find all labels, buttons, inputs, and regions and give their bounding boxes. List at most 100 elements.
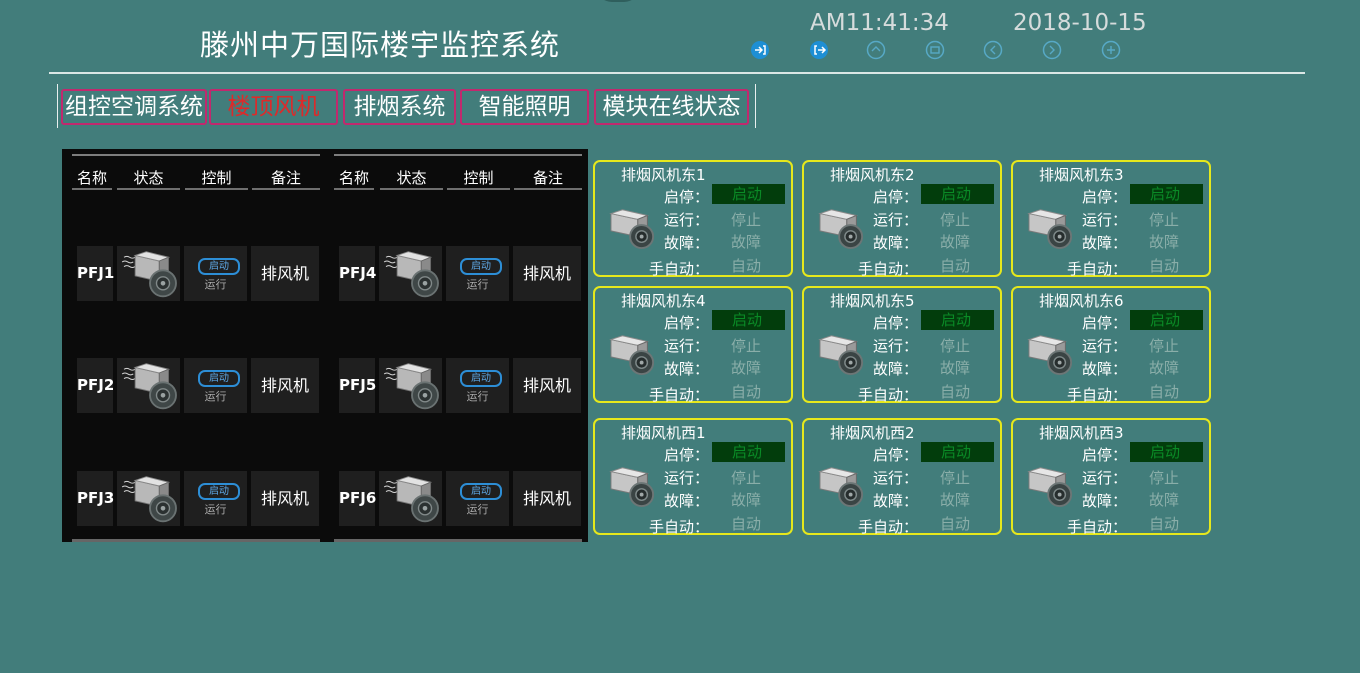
fault-value: 故障 bbox=[940, 491, 971, 509]
fan-name: PFJ3 bbox=[77, 489, 115, 507]
label-running: 运行： bbox=[1081, 469, 1127, 487]
running-value: 停止 bbox=[940, 211, 971, 229]
smoke-fan-card: 排烟风机东2 启停： 启动 运行： 停止 故障： 故障 手自动： 自动 bbox=[802, 160, 1002, 278]
nav-icon-3[interactable] bbox=[866, 40, 886, 60]
fan-name: PFJ6 bbox=[339, 489, 377, 507]
fan-start-button[interactable]: 启动 bbox=[198, 370, 240, 387]
header-underline bbox=[380, 188, 443, 190]
header-control: 控制 bbox=[201, 169, 232, 187]
label-start-stop: 启停： bbox=[872, 314, 918, 332]
nav-icon-6[interactable] bbox=[1042, 40, 1062, 60]
header-name: 名称 bbox=[338, 169, 369, 187]
logout-icon[interactable] bbox=[809, 40, 829, 60]
tab-label: 楼顶风机 bbox=[227, 94, 320, 120]
header-underline bbox=[72, 188, 112, 190]
start-stop-indicator[interactable]: 启动 bbox=[712, 184, 785, 204]
running-value: 停止 bbox=[940, 469, 971, 487]
mode-value: 自动 bbox=[940, 515, 971, 533]
nav-icon-7[interactable] bbox=[1101, 40, 1121, 60]
smoke-fan-card: 排烟风机西3 启停： 启动 运行： 停止 故障： 故障 手自动： 自动 bbox=[1011, 418, 1211, 536]
smoke-fan-card: 排烟风机东4 启停： 启动 运行： 停止 故障： 故障 手自动： 自动 bbox=[593, 286, 793, 404]
fan-control-cell: 启动 运行 bbox=[446, 471, 509, 526]
table-top-line bbox=[72, 154, 320, 156]
fan-table-panel: 名称 状态 控制 备注 名称 状态 控制 备注 PFJ1 启动 运行 排风机 PFJ2 启… bbox=[62, 149, 588, 542]
start-stop-indicator[interactable]: 启动 bbox=[1130, 310, 1203, 330]
tab-bar: 组控空调系统 楼顶风机 排烟系统 智能照明 模块在线状态 bbox=[57, 84, 756, 128]
fault-value: 故障 bbox=[1149, 359, 1180, 377]
start-stop-indicator[interactable]: 启动 bbox=[921, 184, 994, 204]
exhaust-fan-icon bbox=[383, 473, 441, 525]
fault-value: 故障 bbox=[1149, 491, 1180, 509]
mode-value: 自动 bbox=[1149, 383, 1180, 401]
label-running: 运行： bbox=[1081, 337, 1127, 355]
smoke-fan-card: 排烟风机东6 启停： 启动 运行： 停止 故障： 故障 手自动： 自动 bbox=[1011, 286, 1211, 404]
fan-status-cell bbox=[379, 471, 442, 526]
header-underline bbox=[334, 188, 374, 190]
label-manual-auto: 手自动： bbox=[648, 386, 709, 404]
exhaust-fan-icon bbox=[121, 473, 179, 525]
label-start-stop: 启停： bbox=[872, 446, 918, 464]
card-title: 排烟风机西3 bbox=[1039, 424, 1124, 442]
fan-control-cell: 启动运行 bbox=[446, 246, 509, 301]
label-fault: 故障： bbox=[1081, 234, 1127, 252]
start-stop-indicator[interactable]: 启动 bbox=[921, 310, 994, 330]
label-start-stop: 启停： bbox=[1081, 188, 1127, 206]
label-running: 运行： bbox=[872, 469, 918, 487]
fan-start-button[interactable]: 启动 bbox=[198, 483, 240, 500]
fan-note: 排风机 bbox=[260, 489, 309, 508]
label-start-stop: 启停： bbox=[663, 446, 709, 464]
tab-label: 排烟系统 bbox=[353, 94, 446, 120]
fan-name: PFJ2 bbox=[77, 376, 115, 394]
label-fault: 故障： bbox=[663, 234, 709, 252]
header-control: 控制 bbox=[463, 169, 494, 187]
start-stop-indicator[interactable]: 启动 bbox=[712, 442, 785, 462]
start-stop-indicator[interactable]: 启动 bbox=[1130, 184, 1203, 204]
card-title: 排烟风机西2 bbox=[830, 424, 915, 442]
table-top-line bbox=[334, 154, 582, 156]
nav-icon-4[interactable] bbox=[925, 40, 945, 60]
start-stop-indicator[interactable]: 启动 bbox=[1130, 442, 1203, 462]
tab-lighting[interactable]: 智能照明 bbox=[460, 89, 589, 125]
tab-roof-fan[interactable]: 楼顶风机 bbox=[209, 89, 338, 125]
fan-note: 排风机 bbox=[522, 264, 571, 283]
table-bottom-line bbox=[334, 539, 582, 542]
fan-name-cell: PFJ5 bbox=[339, 358, 376, 413]
running-value: 停止 bbox=[1149, 469, 1180, 487]
label-running: 运行： bbox=[663, 469, 709, 487]
tab-module-status[interactable]: 模块在线状态 bbox=[594, 89, 749, 125]
fan-control-cell: 启动 运行 bbox=[184, 471, 247, 526]
label-start-stop: 启停： bbox=[663, 314, 709, 332]
label-fault: 故障： bbox=[663, 360, 709, 378]
label-running: 运行： bbox=[663, 211, 709, 229]
label-fault: 故障： bbox=[1081, 360, 1127, 378]
nav-icon-5[interactable] bbox=[983, 40, 1003, 60]
login-icon[interactable] bbox=[750, 40, 770, 60]
fan-status-cell bbox=[117, 358, 180, 413]
smoke-fan-card: 排烟风机东3 启停： 启动 运行： 停止 故障： 故障 手自动： 自动 bbox=[1011, 160, 1211, 278]
label-start-stop: 启停： bbox=[872, 188, 918, 206]
start-stop-indicator[interactable]: 启动 bbox=[921, 442, 994, 462]
label-manual-auto: 手自动： bbox=[1066, 260, 1127, 278]
fan-note-cell: 排风机 bbox=[513, 358, 581, 413]
tab-label: 模块在线状态 bbox=[602, 94, 741, 120]
fault-value: 故障 bbox=[940, 233, 971, 251]
fan-start-button[interactable]: 启动 bbox=[460, 258, 502, 275]
mode-value: 自动 bbox=[731, 383, 762, 401]
fan-start-button[interactable]: 启动 bbox=[198, 258, 240, 275]
start-stop-indicator[interactable]: 启动 bbox=[712, 310, 785, 330]
tab-group-ac[interactable]: 组控空调系统 bbox=[61, 89, 207, 125]
fan-control-cell: 启动 运行 bbox=[184, 246, 247, 301]
card-title: 排烟风机东1 bbox=[621, 166, 706, 184]
tab-smoke-exhaust[interactable]: 排烟系统 bbox=[343, 89, 456, 125]
fan-name-cell: PFJ4 bbox=[339, 246, 376, 301]
fan-name-cell: PFJ3 bbox=[77, 471, 115, 526]
running-value: 停止 bbox=[940, 337, 971, 355]
header-underline bbox=[185, 188, 248, 190]
fan-status-cell bbox=[379, 358, 442, 413]
card-title: 排烟风机西1 bbox=[621, 424, 706, 442]
fan-control-cell: 启动 运行 bbox=[184, 358, 247, 413]
fan-start-button[interactable]: 启动 bbox=[460, 370, 502, 387]
fan-start-button[interactable]: 启动 bbox=[460, 483, 502, 500]
fan-run-status: 运行 bbox=[466, 278, 489, 291]
tab-label: 组控空调系统 bbox=[65, 94, 203, 120]
